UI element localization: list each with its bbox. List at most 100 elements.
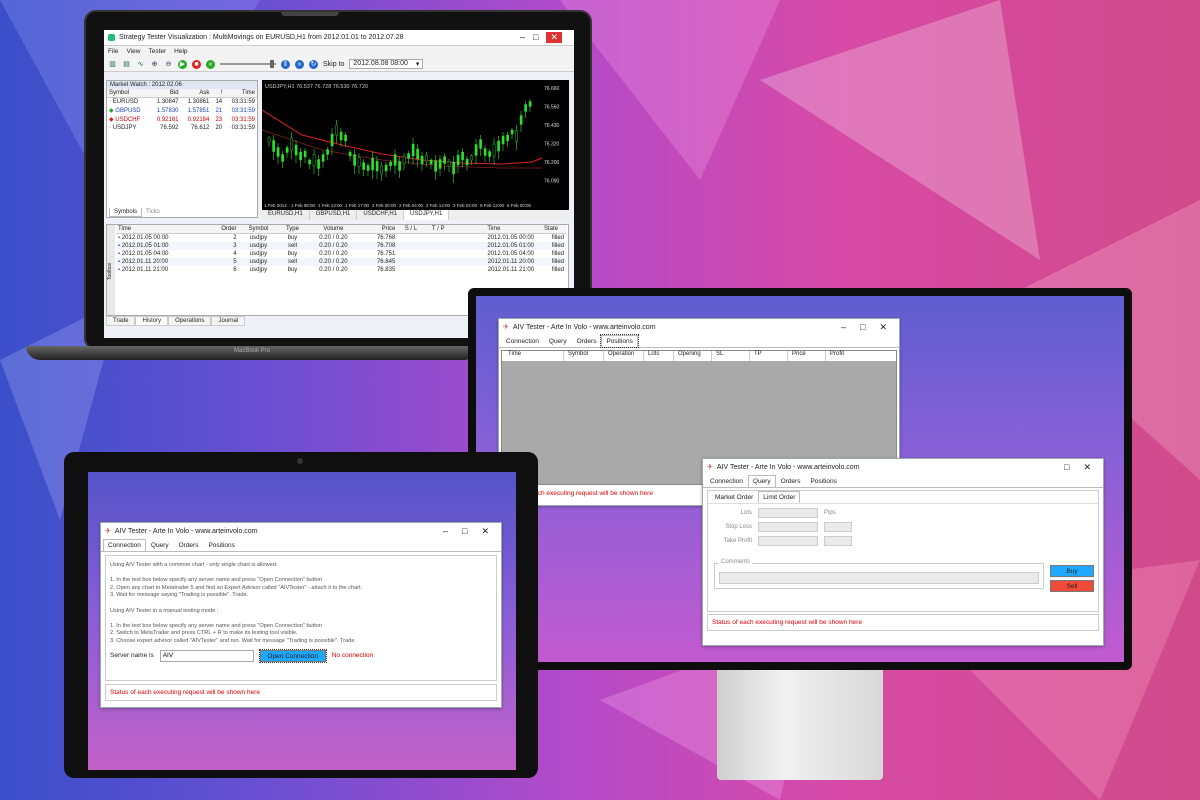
close-icon[interactable]: ✕: [1083, 462, 1091, 473]
play-icon[interactable]: ▶: [178, 59, 187, 69]
minimize-icon[interactable]: –: [520, 32, 525, 43]
chart-tab-usdjpy[interactable]: USDJPY,H1: [404, 210, 450, 220]
tab-limit-order[interactable]: Limit Order: [758, 491, 801, 503]
close-icon[interactable]: ✕: [546, 32, 562, 43]
menu-tester[interactable]: Tester: [148, 48, 166, 55]
tab-market-order[interactable]: Market Order: [710, 491, 758, 503]
col-tp[interactable]: TP: [750, 351, 788, 361]
table-row[interactable]: ▪ 2012.01.05 00:00 2 usdjpy buy 0.20 / 0.20 7…: [116, 234, 566, 243]
chart-bars-icon[interactable]: ▥: [108, 60, 117, 69]
pause-icon[interactable]: ‖: [281, 59, 290, 69]
market-row[interactable]: ◆ USDCHF 0.92161 0.92184 23 03:31:59: [107, 115, 257, 124]
time-tick-label: 2 Feb 00:00: [372, 203, 397, 208]
zoom-out-icon[interactable]: ⊖: [164, 60, 173, 69]
maximize-icon[interactable]: □: [860, 322, 865, 333]
table-cell: 76.768: [376, 235, 396, 241]
table-row[interactable]: ▪ 2012.01.05 04:00 4 usdjpy buy 0.20 / 0.20 7…: [116, 250, 566, 258]
col-operation[interactable]: Operation: [604, 351, 644, 361]
table-cell: buy: [287, 235, 298, 241]
skip-to-select[interactable]: 2012.08.08 08:00 ▾: [349, 59, 424, 69]
minimize-icon[interactable]: –: [443, 526, 448, 537]
maximize-icon[interactable]: □: [1064, 462, 1069, 473]
tab-positions[interactable]: Positions: [600, 334, 639, 348]
zoom-in-icon[interactable]: ⊕: [150, 60, 159, 69]
table-row[interactable]: ▪ 2012.01.11 20:00 5 usdjpy sell 0.20 / 0.20…: [116, 258, 566, 266]
take-profit-pips-input[interactable]: [824, 536, 852, 546]
table-cell: filled: [551, 267, 564, 273]
skip-to-icon[interactable]: ↻: [309, 59, 318, 69]
take-profit-input[interactable]: [758, 536, 818, 546]
sell-button[interactable]: Sell: [1050, 580, 1094, 592]
table-row[interactable]: ▪ 2012.01.11 21:00 6 usdjpy buy 0.20 / 0.20 7…: [116, 266, 566, 274]
minimize-icon[interactable]: –: [841, 322, 846, 333]
table-row[interactable]: ▪ 2012.01.05 01:00 3 usdjpy sell 0.20 / 0.20…: [116, 242, 566, 250]
col-profit[interactable]: Profit: [826, 351, 864, 361]
monitor-stand: [717, 670, 883, 780]
chart-tab-gbpusd[interactable]: GBPUSD,H1: [310, 210, 358, 220]
market-row[interactable]: ◦ USDJPY 76.592 76.612 20 03:31:59: [107, 124, 257, 132]
market-row[interactable]: ◆ GBPUSD 1.57830 1.57851 21 03:31:59: [107, 106, 257, 115]
col-sl[interactable]: SL: [712, 351, 750, 361]
comments-input[interactable]: [719, 572, 1039, 584]
stop-loss-label: Stop Loss: [725, 524, 752, 530]
chart-candles-icon[interactable]: ▤: [122, 60, 131, 69]
stop-loss-input[interactable]: [758, 522, 818, 532]
candle: [357, 157, 361, 167]
col-opening[interactable]: Opening: [674, 351, 712, 361]
tab-positions[interactable]: Positions: [203, 539, 239, 551]
tab-connection[interactable]: Connection: [705, 475, 748, 487]
tab-orders[interactable]: Orders: [572, 335, 602, 347]
candle: [276, 147, 280, 157]
tab-connection[interactable]: Connection: [501, 335, 544, 347]
tab-connection[interactable]: Connection: [103, 539, 146, 551]
buy-button[interactable]: Buy: [1050, 565, 1094, 577]
tab-query[interactable]: Query: [747, 475, 776, 487]
tab-orders[interactable]: Orders: [776, 475, 806, 487]
open-connection-button[interactable]: Open Connection: [258, 648, 327, 663]
th-state: State: [536, 225, 566, 234]
chart-tab-eurusd[interactable]: EURUSD,H1: [262, 210, 310, 220]
table-cell: ▪ 2012.01.05 01:00: [118, 243, 169, 249]
candle: [362, 162, 365, 170]
lots-input[interactable]: [758, 508, 818, 518]
tab-history[interactable]: History: [135, 316, 169, 326]
close-icon[interactable]: ✕: [481, 526, 489, 537]
server-name-input[interactable]: [159, 649, 254, 662]
col-price[interactable]: Price: [788, 351, 826, 361]
th-price: Price: [360, 225, 398, 234]
chart-tab-usdchf[interactable]: USDCHF,H1: [357, 210, 405, 220]
menu-help[interactable]: Help: [174, 48, 187, 55]
col-time[interactable]: Time: [502, 351, 564, 361]
menu-file[interactable]: File: [108, 48, 118, 55]
maximize-icon[interactable]: □: [462, 526, 467, 537]
col-lots[interactable]: Lots: [644, 351, 674, 361]
maximize-icon[interactable]: □: [533, 32, 538, 43]
menu-view[interactable]: View: [126, 48, 140, 55]
close-icon[interactable]: ✕: [879, 322, 887, 333]
titlebar: ✈ AIV Tester - Arte In Volo - www.artein…: [499, 319, 899, 335]
tab-positions[interactable]: Positions: [805, 475, 841, 487]
tab-ticks[interactable]: Ticks: [142, 208, 164, 217]
tab-orders[interactable]: Orders: [174, 539, 204, 551]
candle: [470, 155, 473, 161]
instruction-line: [110, 570, 492, 578]
tab-trade[interactable]: Trade: [106, 316, 136, 326]
forward-icon[interactable]: »: [295, 59, 304, 69]
rewind-icon[interactable]: «: [206, 59, 215, 69]
tab-operations[interactable]: Operations: [168, 316, 212, 326]
col-symbol[interactable]: Symbol: [564, 351, 604, 361]
speed-slider[interactable]: [220, 60, 276, 68]
candle: [488, 151, 491, 157]
chart-line-icon[interactable]: ∿: [136, 60, 145, 69]
price-chart[interactable]: USDJPY,H1 76.537 76.728 76.530 76.720 76…: [261, 80, 569, 210]
stop-icon[interactable]: ■: [192, 59, 201, 69]
tab-symbols[interactable]: Symbols: [109, 208, 143, 217]
price-axis: 76.660 76.560 76.430 76.320 76.200 76.090: [544, 86, 560, 185]
stop-loss-pips-input[interactable]: [824, 522, 852, 532]
tab-query[interactable]: Query: [146, 539, 174, 551]
table-cell: [424, 258, 451, 266]
market-watch-panel: Market Watch : 2012.02.06 Symbol Bid Ask…: [106, 80, 258, 218]
market-row[interactable]: ◦ EURUSD 1.30847 1.30861 14 03:31:59: [107, 98, 257, 107]
tab-query[interactable]: Query: [544, 335, 572, 347]
tab-journal[interactable]: Journal: [211, 316, 246, 326]
